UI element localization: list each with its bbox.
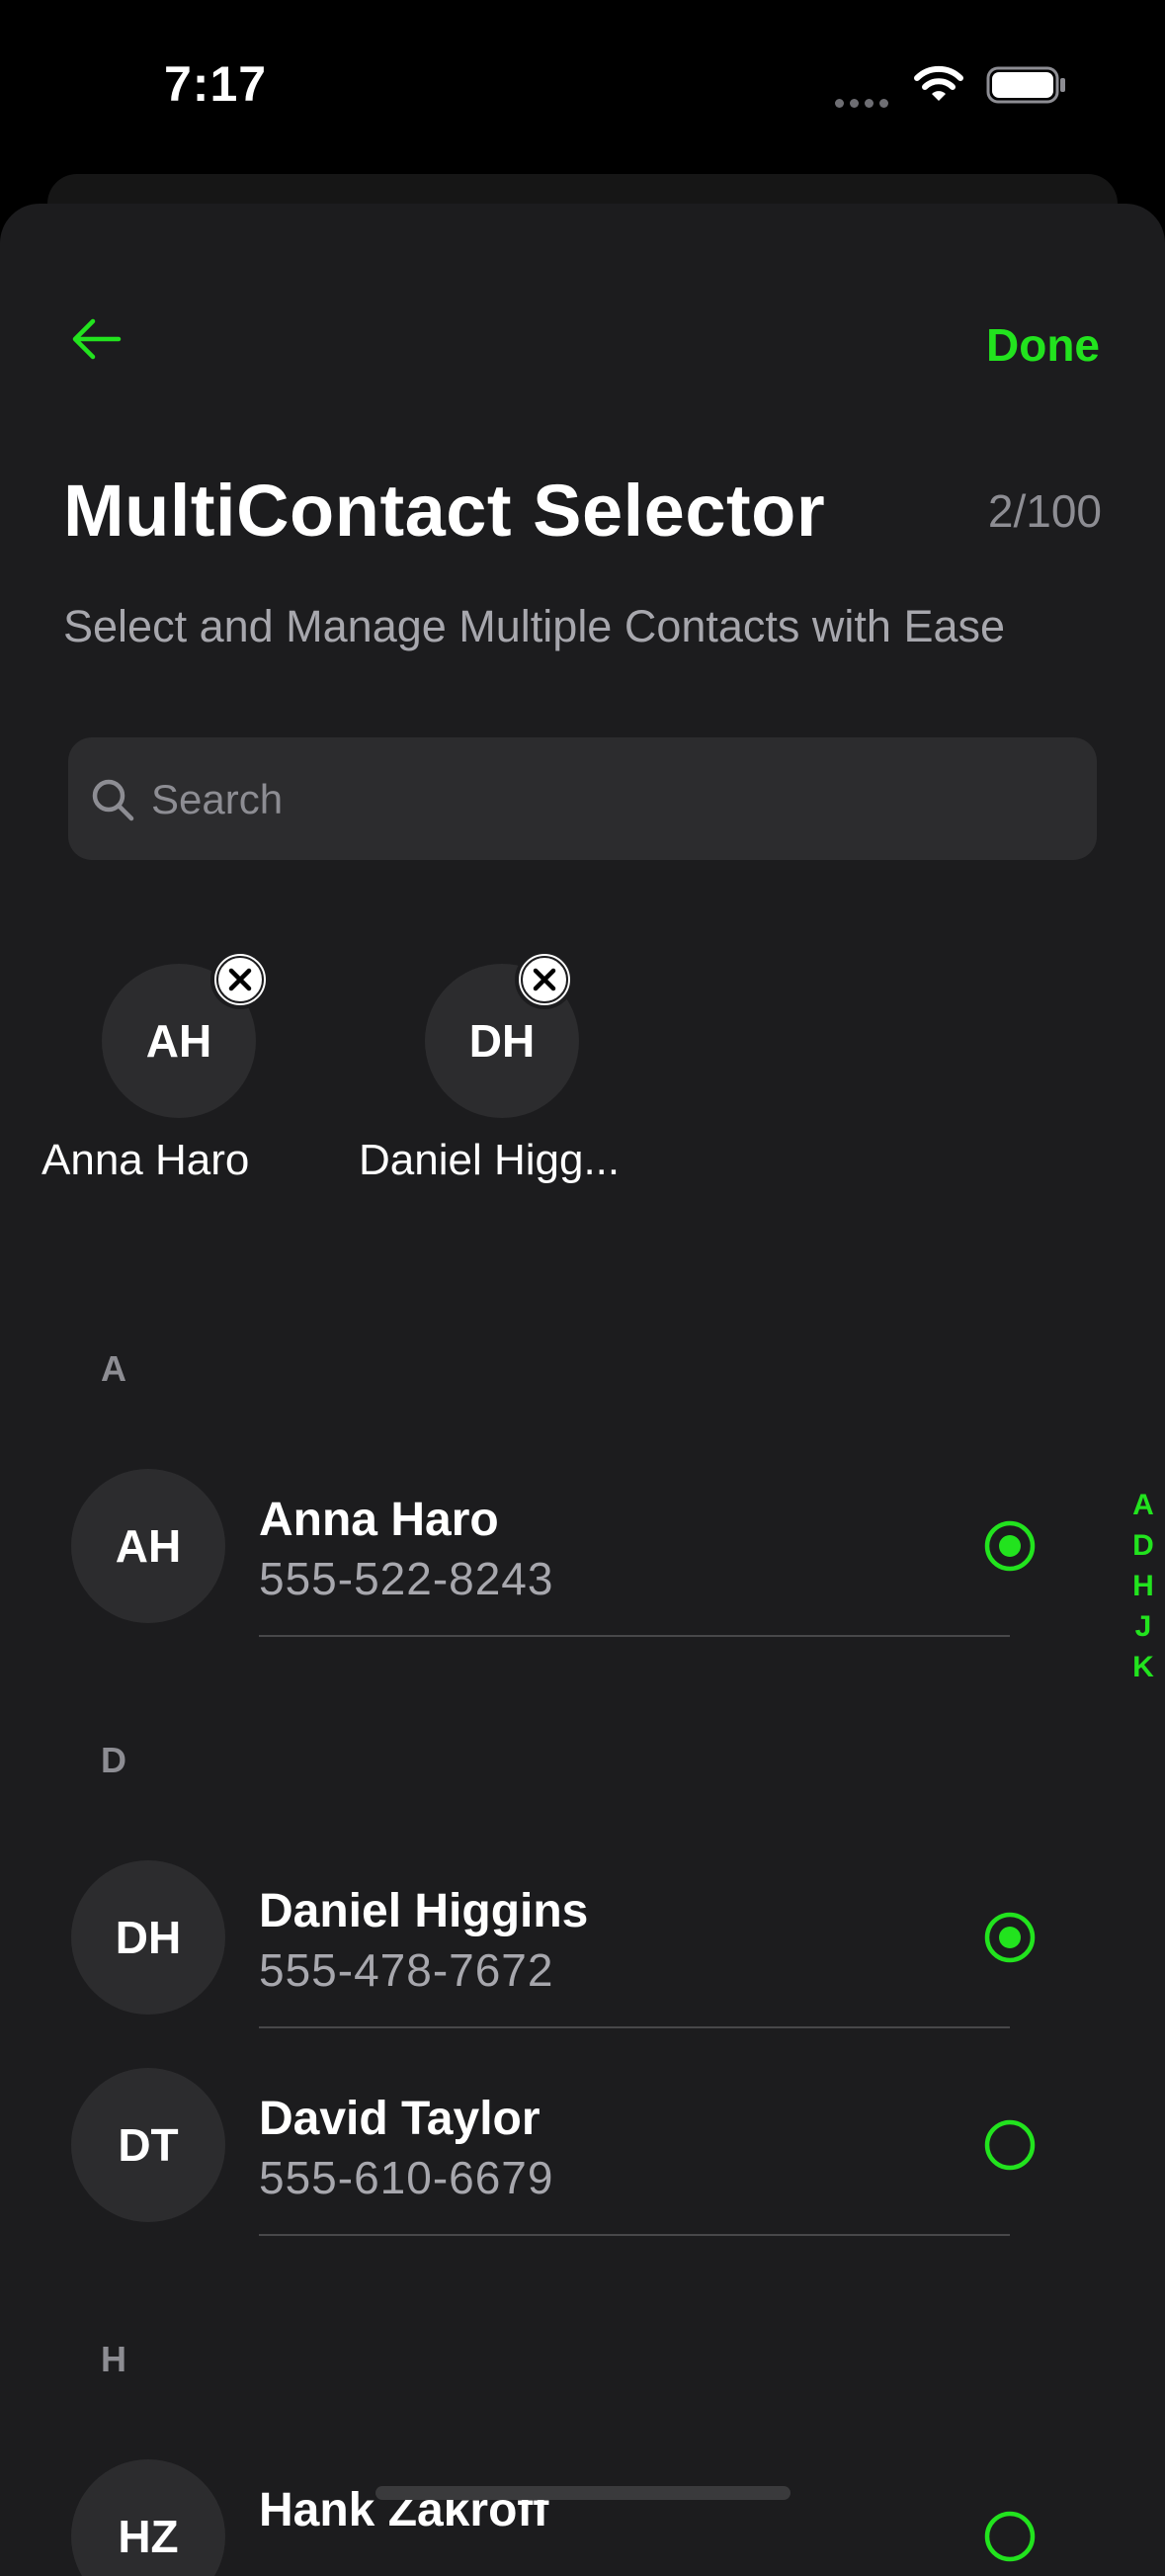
chip-name: Anna Haro — [42, 1136, 250, 1184]
wifi-icon — [914, 65, 963, 101]
remove-chip-icon[interactable] — [514, 949, 575, 1010]
done-button[interactable]: Done — [986, 318, 1100, 372]
contact-phone: 555-478-7672 — [259, 1944, 554, 1996]
radio-selected-icon[interactable] — [984, 1520, 1036, 1572]
search-input[interactable] — [149, 763, 1042, 836]
contact-name: Daniel Higgins — [259, 1885, 589, 1937]
home-indicator[interactable] — [375, 2486, 791, 2500]
avatar: DT — [71, 2068, 225, 2222]
contact-row[interactable]: DH Daniel Higgins 555-478-7672 — [0, 1833, 1165, 2030]
chip-name: Daniel Higg... — [359, 1136, 621, 1184]
radio-unselected-icon[interactable] — [984, 2511, 1036, 2562]
row-divider — [259, 2234, 1010, 2236]
avatar: HZ — [71, 2459, 225, 2576]
back-arrow-icon[interactable] — [65, 308, 126, 370]
contact-row[interactable]: HZ Hank Zakroff — [0, 2432, 1165, 2576]
section-header: A — [101, 1348, 126, 1389]
contact-name: David Taylor — [259, 2093, 541, 2145]
index-letter-h[interactable]: H — [1126, 1570, 1160, 1610]
battery-icon — [986, 66, 1065, 104]
contact-name: Anna Haro — [259, 1494, 499, 1546]
alphabet-index[interactable]: A D H J K — [1126, 1489, 1160, 1691]
index-letter-j[interactable]: J — [1126, 1610, 1160, 1651]
status-time: 7:17 — [164, 56, 268, 112]
selection-count: 2/100 — [987, 485, 1102, 537]
row-divider — [259, 2026, 1010, 2028]
radio-unselected-icon[interactable] — [984, 2119, 1036, 2171]
contact-row[interactable]: DT David Taylor 555-610-6679 — [0, 2040, 1165, 2238]
contact-selector-sheet: Done MultiContact Selector 2/100 Select … — [0, 204, 1165, 2576]
index-letter-a[interactable]: A — [1126, 1489, 1160, 1529]
contact-phone: 555-522-8243 — [259, 1553, 554, 1604]
cellular-signal-icon — [835, 95, 894, 108]
row-divider — [259, 1635, 1010, 1637]
radio-selected-icon[interactable] — [984, 1912, 1036, 1963]
section-header: D — [101, 1740, 126, 1780]
remove-chip-icon[interactable] — [209, 949, 271, 1010]
avatar: AH — [71, 1469, 225, 1623]
index-letter-d[interactable]: D — [1126, 1529, 1160, 1570]
search-icon — [92, 779, 134, 821]
page-subtitle: Select and Manage Multiple Contacts with… — [63, 601, 1006, 651]
search-bar[interactable] — [68, 737, 1097, 860]
index-letter-k[interactable]: K — [1126, 1651, 1160, 1691]
status-bar: 7:17 — [0, 0, 1165, 178]
contact-row[interactable]: AH Anna Haro 555-522-8243 — [0, 1441, 1165, 1639]
contact-phone: 555-610-6679 — [259, 2152, 554, 2203]
page-title: MultiContact Selector — [63, 470, 826, 552]
avatar: DH — [71, 1860, 225, 2015]
section-header: H — [101, 2339, 126, 2379]
